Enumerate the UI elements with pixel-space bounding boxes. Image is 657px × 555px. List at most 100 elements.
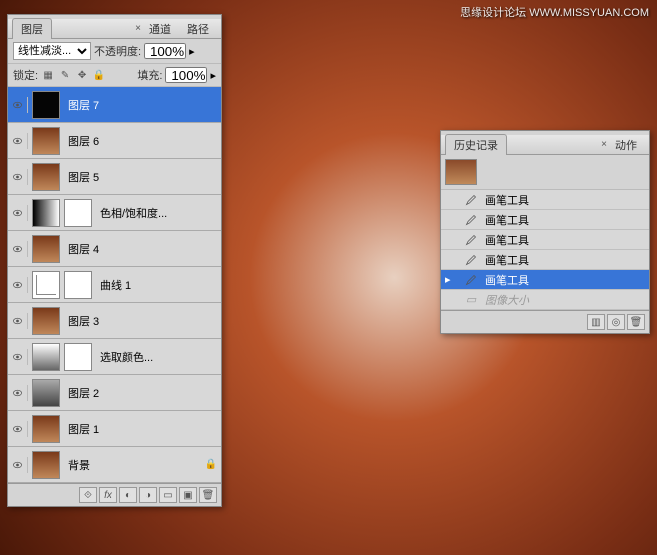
history-snapshot-row[interactable] [441,155,649,190]
layer-name-label[interactable]: 图层 5 [64,169,217,185]
trash-icon[interactable]: 🗑 [627,314,645,330]
lock-pixels-icon[interactable]: ✎ [58,68,72,82]
layer-thumb[interactable] [32,199,60,227]
layer-name-label[interactable]: 图层 4 [64,241,217,257]
lock-label: 锁定: [13,67,38,83]
visibility-toggle-icon[interactable] [12,97,28,113]
history-row[interactable]: 画笔工具 [441,230,649,250]
layer-name-label[interactable]: 图层 3 [64,313,217,329]
tab-paths[interactable]: 路径 [179,19,217,39]
adjustment-icon[interactable]: ◑ [139,487,157,503]
fill-label: 填充: [137,67,162,83]
new-doc-from-state-icon[interactable]: ▥ [587,314,605,330]
lock-position-icon[interactable]: ✥ [75,68,89,82]
lock-buttons: ▦ ✎ ✥ 🔒 [41,68,106,82]
visibility-toggle-icon[interactable] [12,277,28,293]
dropdown-icon[interactable]: ▸ [210,69,216,82]
layer-row[interactable]: 图层 3 [8,303,221,339]
new-snapshot-icon[interactable]: ◎ [607,314,625,330]
history-item-label: 画笔工具 [485,252,529,268]
layer-list[interactable]: 图层 7 图层 6 图层 5 色相/饱和度... 图层 4 曲线 1 图层 3 选取颜色...… [8,87,221,483]
brush-icon [463,193,479,207]
layers-panel: 图层 × 通道 路径 线性减淡... 不透明度: ▸ 锁定: ▦ ✎ ✥ 🔒 填… [7,14,222,507]
layer-thumb[interactable] [32,127,60,155]
visibility-toggle-icon[interactable] [12,169,28,185]
visibility-toggle-icon[interactable] [12,421,28,437]
layer-thumb[interactable] [64,271,92,299]
fill-input[interactable] [165,67,207,83]
history-row[interactable]: 画笔工具 [441,210,649,230]
layer-thumb[interactable] [32,235,60,263]
layer-thumb[interactable] [32,271,60,299]
folder-icon[interactable]: ▭ [159,487,177,503]
layer-thumb[interactable] [32,343,60,371]
layer-row[interactable]: 图层 6 [8,123,221,159]
lock-fill-row: 锁定: ▦ ✎ ✥ 🔒 填充: ▸ [8,64,221,87]
visibility-toggle-icon[interactable] [12,313,28,329]
blend-mode-select[interactable]: 线性减淡... [13,42,91,60]
layer-row[interactable]: 图层 1 [8,411,221,447]
layer-row[interactable]: 图层 4 [8,231,221,267]
tab-layers[interactable]: 图层 [12,18,52,39]
trash-icon[interactable]: 🗑 [199,487,217,503]
layer-row[interactable]: 曲线 1 [8,267,221,303]
brush-icon [463,273,479,287]
history-row[interactable]: ▭ 图像大小 [441,290,649,310]
dropdown-icon[interactable]: ▸ [189,45,195,58]
layer-name-label[interactable]: 图层 7 [64,97,217,113]
snapshot-thumb [445,159,477,185]
watermark-text: 思缘设计论坛 WWW.MISSYUAN.COM [460,4,649,20]
history-item-label: 图像大小 [485,292,529,308]
visibility-toggle-icon[interactable] [12,133,28,149]
link-layers-icon[interactable]: ⟐ [79,487,97,503]
layer-thumb[interactable] [32,163,60,191]
blend-opacity-row: 线性减淡... 不透明度: ▸ [8,39,221,64]
visibility-toggle-icon[interactable] [12,457,28,473]
layer-name-label[interactable]: 图层 2 [64,385,217,401]
lock-transparency-icon[interactable]: ▦ [41,68,55,82]
new-layer-icon[interactable]: ▣ [179,487,197,503]
layer-row[interactable]: 图层 7 [8,87,221,123]
lock-all-icon[interactable]: 🔒 [92,68,106,82]
layer-name-label[interactable]: 曲线 1 [96,277,217,293]
layer-name-label[interactable]: 图层 6 [64,133,217,149]
layer-row[interactable]: 选取颜色... [8,339,221,375]
layer-name-label[interactable]: 色相/饱和度... [96,205,217,221]
layer-thumb[interactable] [32,451,60,479]
lock-icon: 🔒 [205,459,217,470]
history-footer: ▥ ◎ 🗑 [441,310,649,333]
layer-thumb[interactable] [32,307,60,335]
fx-icon[interactable]: fx [99,487,117,503]
visibility-toggle-icon[interactable] [12,385,28,401]
brush-icon [463,253,479,267]
brush-icon [463,233,479,247]
layer-row[interactable]: 图层 5 [8,159,221,195]
history-row[interactable]: 画笔工具 [441,250,649,270]
history-item-label: 画笔工具 [485,232,529,248]
layer-thumb[interactable] [32,415,60,443]
tab-history[interactable]: 历史记录 [445,134,507,155]
layer-thumb[interactable] [64,199,92,227]
visibility-toggle-icon[interactable] [12,241,28,257]
layers-tabs: 图层 × 通道 路径 [8,19,221,39]
history-marker-icon: ▸ [445,273,457,286]
layer-row[interactable]: 图层 2 [8,375,221,411]
mask-icon[interactable]: ◐ [119,487,137,503]
tab-actions[interactable]: 动作 [607,135,645,155]
layer-thumb[interactable] [64,343,92,371]
tab-channels[interactable]: 通道 [141,19,179,39]
layer-name-label[interactable]: 选取颜色... [96,349,217,365]
layer-name-label[interactable]: 图层 1 [64,421,217,437]
history-row[interactable]: ▸画笔工具 [441,270,649,290]
opacity-input[interactable] [144,43,186,59]
history-row[interactable]: 画笔工具 [441,190,649,210]
layer-thumb[interactable] [32,379,60,407]
resize-icon: ▭ [463,293,479,307]
layer-thumb[interactable] [32,91,60,119]
layer-name-label[interactable]: 背景 [64,457,201,473]
visibility-toggle-icon[interactable] [12,349,28,365]
history-list[interactable]: 画笔工具画笔工具画笔工具画笔工具▸画笔工具▭图像大小 [441,190,649,310]
layer-row[interactable]: 背景 🔒 [8,447,221,483]
visibility-toggle-icon[interactable] [12,205,28,221]
layer-row[interactable]: 色相/饱和度... [8,195,221,231]
